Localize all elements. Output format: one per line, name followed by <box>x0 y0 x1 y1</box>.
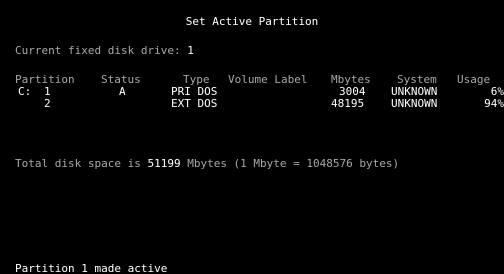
total-disk-space-line: Total disk space is 51199 Mbytes (1 Mbyt… <box>15 157 399 170</box>
row-2-partition: 2 <box>44 97 51 110</box>
current-drive-label: Current fixed disk drive: <box>15 44 188 57</box>
row-2-usage: 94% <box>484 97 504 110</box>
header-volume-label: Volume Label <box>228 73 308 86</box>
current-drive-number: 1 <box>187 44 194 57</box>
total-suffix: Mbytes (1 Mbyte = 1048576 bytes) <box>180 157 400 170</box>
status-message: Partition 1 made active <box>15 262 168 274</box>
fdisk-screen: Set Active Partition Current fixed disk … <box>0 0 504 274</box>
row-1-drive-letter: C: <box>18 85 32 98</box>
row-2-system: UNKNOWN <box>391 97 438 110</box>
screen-title: Set Active Partition <box>185 15 319 28</box>
total-disk-space-value: 51199 <box>147 157 181 170</box>
total-prefix: Total disk space is <box>15 157 148 170</box>
row-2-type: EXT DOS <box>171 97 218 110</box>
row-2-mbytes: 48195 <box>331 97 365 110</box>
current-drive-line: Current fixed disk drive: 1 <box>15 44 194 57</box>
row-1-status: A <box>119 85 126 98</box>
